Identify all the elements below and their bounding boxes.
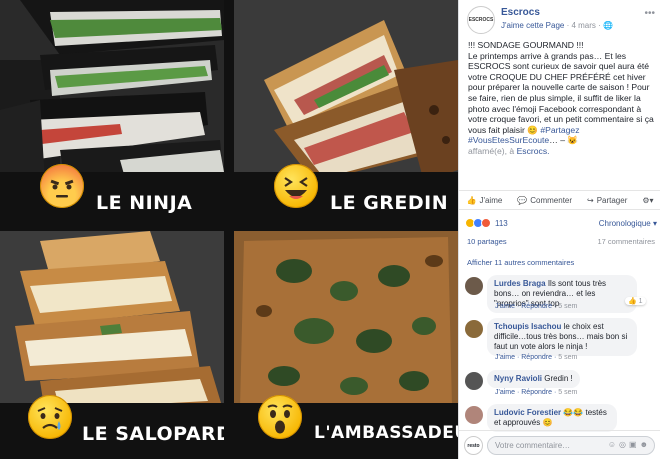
share-button-label: Partager — [596, 195, 628, 205]
comment-item: Nyny Ravioli Gredin ! J'aime · Répondre … — [465, 370, 657, 398]
comment-sort-select[interactable]: Chronologique ▾ — [599, 219, 657, 228]
more-options-icon[interactable]: ••• — [644, 8, 655, 19]
like-page-link[interactable]: J'aime cette Page — [501, 21, 564, 30]
wow-emoji-icon — [258, 395, 302, 439]
comment-button[interactable]: 💬 Commenter — [517, 196, 572, 205]
page-meta: J'aime cette Page · 4 mars · 🌐 — [501, 21, 613, 30]
globe-icon: 🌐 — [603, 21, 613, 30]
comment-like-link[interactable]: J'aime — [495, 354, 515, 361]
comment-bubble: Tchoupis Isachou le choix est difficile…… — [487, 318, 637, 356]
tile-gredin: LE GREDIN — [234, 0, 458, 228]
comment-actions: J'aime · Répondre · 5 sem — [495, 389, 578, 396]
comment-button-label: Commenter — [530, 195, 573, 205]
audience-icon: ⚙▾ — [642, 195, 654, 205]
like-button[interactable]: 👍 J'aime — [466, 196, 502, 205]
tile-ambassadeur: L'AMBASSADEUR — [234, 231, 458, 459]
post-panel: ESCROCS Escrocs J'aime cette Page · 4 ma… — [458, 0, 660, 459]
tile-label-ninja: LE NINJA — [96, 192, 193, 214]
tile-label-ambassadeur: L'AMBASSADEUR — [314, 423, 458, 443]
comment-reply-link[interactable]: Répondre — [521, 303, 552, 310]
commenter-avatar[interactable] — [465, 277, 483, 295]
commenter-avatar[interactable] — [465, 406, 483, 424]
comment-composer: resto Votre commentaire… ☺◎▣☻ — [459, 430, 660, 459]
audience-selector[interactable]: ⚙▾ — [642, 196, 653, 205]
tile-label-gredin: LE GREDIN — [330, 192, 449, 214]
comment-item: Tchoupis Isachou le choix est difficile…… — [465, 318, 657, 364]
comment-time[interactable]: 5 sem — [558, 389, 577, 396]
tile-salopard: LE SALOPARD — [0, 231, 224, 459]
comment-author[interactable]: Ludovic Forestier — [494, 408, 561, 417]
gif-icon[interactable]: ▣ — [629, 440, 640, 449]
comment-item: Lurdes Braga Ils sont tous très bons… on… — [465, 275, 657, 313]
ambassadeur-sandwich-photo — [234, 231, 458, 413]
comment-item: Ludovic Forestier 😂😂 testés et approuvés… — [465, 404, 657, 432]
commenter-avatar[interactable] — [465, 372, 483, 390]
comment-reply-link[interactable]: Répondre — [521, 389, 552, 396]
angry-reaction-icon — [481, 218, 491, 228]
camera-icon[interactable]: ◎ — [619, 440, 629, 449]
tile-label-salopard: LE SALOPARD — [82, 423, 224, 445]
comment-like-link[interactable]: J'aime — [495, 389, 515, 396]
post-date[interactable]: 4 mars — [571, 21, 595, 30]
tile-ninja: LE NINJA — [0, 0, 224, 228]
comments-count: 17 commentaires — [597, 237, 655, 246]
composer-icons[interactable]: ☺◎▣☻ — [608, 440, 651, 449]
gredin-sandwich-photo — [234, 0, 458, 182]
salopard-sandwich-photo — [0, 231, 224, 413]
comment-icon: 💬 — [517, 195, 528, 205]
counts-row: 10 partages 17 commentaires — [467, 237, 655, 246]
location-link[interactable]: Escrocs. — [517, 146, 550, 156]
comment-actions: J'aime · Répondre · 5 sem — [495, 303, 578, 310]
emoji-picker-icon[interactable]: ☺ — [608, 440, 619, 449]
sad-emoji-icon — [28, 395, 72, 439]
reaction-summary[interactable]: 113 Chronologique ▾ — [465, 216, 657, 230]
laughing-emoji-icon — [274, 164, 318, 208]
thumbs-up-icon: 👍 — [466, 195, 477, 205]
post-text: !!! SONDAGE GOURMAND !!! Le printemps ar… — [468, 40, 654, 157]
comment-time[interactable]: 5 sem — [558, 354, 577, 361]
comment-like-count-value: 1 — [638, 298, 643, 305]
comment-like-count[interactable]: 👍 1 — [625, 297, 646, 305]
comment-author[interactable]: Lurdes Braga — [494, 279, 546, 288]
page-avatar[interactable]: ESCROCS — [467, 6, 495, 34]
photo-grid[interactable]: LE NINJA LE GREDIN LE SALOPARD L'AMBASSA… — [0, 0, 458, 459]
shares-count[interactable]: 10 partages — [467, 237, 507, 246]
angry-emoji-icon — [40, 164, 84, 208]
post-headline: !!! SONDAGE GOURMAND !!! — [468, 40, 584, 50]
post-header: ESCROCS Escrocs J'aime cette Page · 4 ma… — [467, 6, 657, 34]
comment-actions: J'aime · Répondre · 5 sem — [495, 354, 578, 361]
comment-like-link[interactable]: J'aime — [495, 303, 515, 310]
reaction-count[interactable]: 113 — [495, 219, 508, 228]
share-icon: ↪ — [586, 195, 594, 205]
post-feeling: affamé(e), à Escrocs. — [468, 146, 654, 157]
post-body: Le printemps arrive à grands pas… Et les… — [468, 51, 654, 146]
composer-avatar: resto — [464, 436, 483, 455]
comment-bubble: Nyny Ravioli Gredin ! — [487, 370, 580, 388]
post-text-tail: … – 😺 — [549, 135, 579, 146]
post-body-text: Le printemps arrive à grands pas… Et les… — [468, 50, 654, 135]
comment-text: Gredin ! — [544, 374, 573, 383]
comment-time[interactable]: 5 sem — [558, 303, 577, 310]
sticker-icon[interactable]: ☻ — [640, 440, 651, 449]
comment-author[interactable]: Nyny Ravioli — [494, 374, 542, 383]
comment-author[interactable]: Tchoupis Isachou — [494, 322, 561, 331]
post-action-bar: 👍 J'aime 💬 Commenter ↪ Partager ⚙▾ — [459, 190, 660, 210]
like-button-label: J'aime — [479, 195, 503, 205]
page-name-link[interactable]: Escrocs — [501, 7, 540, 18]
ninja-sandwich-photo — [0, 0, 224, 182]
comment-bubble: Ludovic Forestier 😂😂 testés et approuvés… — [487, 404, 617, 432]
feeling-text: affamé(e), à — [468, 145, 517, 156]
share-button[interactable]: ↪ Partager — [587, 196, 627, 205]
more-comments-link[interactable]: Afficher 11 autres commentaires — [467, 258, 574, 267]
commenter-avatar[interactable] — [465, 320, 483, 338]
comment-reply-link[interactable]: Répondre — [521, 354, 552, 361]
